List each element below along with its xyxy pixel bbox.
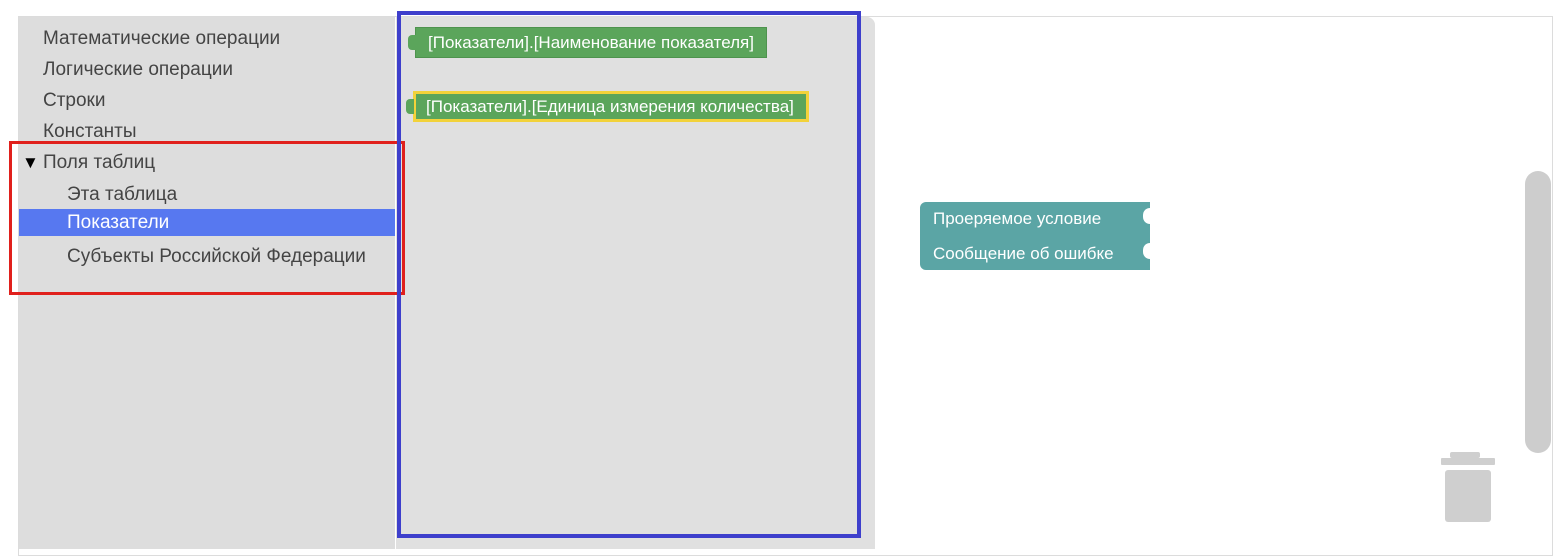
vertical-scrollbar[interactable] bbox=[1525, 171, 1551, 453]
category-strings[interactable]: Строки bbox=[19, 87, 395, 114]
category-label: Математические операции bbox=[43, 28, 281, 49]
condition-input-label: Проеряемое условие bbox=[933, 209, 1102, 228]
trash-can-icon[interactable] bbox=[1440, 452, 1496, 524]
validation-block[interactable]: Проеряемое условие Сообщение об ошибке bbox=[920, 202, 1150, 270]
highlight-box-table-fields bbox=[9, 141, 405, 295]
category-label: Строки bbox=[43, 90, 106, 111]
error-message-input-socket[interactable] bbox=[1143, 243, 1150, 259]
error-message-input-label: Сообщение об ошибке bbox=[933, 244, 1114, 263]
highlight-box-flyout bbox=[397, 11, 861, 538]
category-logic[interactable]: Логические операции bbox=[19, 56, 395, 83]
category-math[interactable]: Математические операции bbox=[19, 25, 395, 52]
category-label: Константы bbox=[43, 121, 137, 142]
condition-input-socket[interactable] bbox=[1143, 208, 1150, 224]
category-label: Логические операции bbox=[43, 59, 233, 80]
